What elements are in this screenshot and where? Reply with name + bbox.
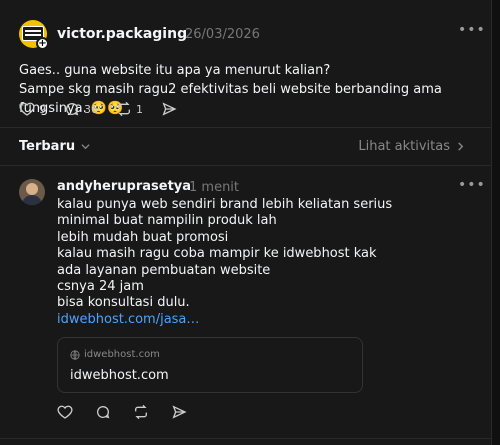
reply-line: kalau masih ragu coba mampir ke idwebhos… [57,246,377,262]
view-activity-link[interactable]: Lihat aktivitas [358,139,465,154]
reply-like-button[interactable] [57,404,77,420]
repost-button[interactable]: 1 [116,101,143,117]
chevron-down-icon [81,144,90,150]
reply-time[interactable]: 1 menit [189,180,239,195]
share-icon [172,405,187,419]
sort-label: Terbaru [19,139,76,154]
activity-label: Lihat aktivitas [358,139,450,154]
card-domain-text: idwebhost.com [84,349,160,360]
divider [0,438,492,439]
reply-line: ada layanan pembuatan website [57,262,271,278]
reply-comment-button[interactable] [95,404,115,420]
reply-line: bisa konsultasi dulu. [57,295,190,311]
share-button[interactable] [161,101,181,117]
reply-button[interactable]: 36 [64,101,98,117]
repost-count: 1 [136,102,143,116]
reply-line: kalau punya web sendiri brand lebih keli… [57,197,393,212]
share-icon [162,102,177,116]
reply-more-icon[interactable]: ••• [458,177,486,193]
divider [0,165,492,166]
scrollbar[interactable] [492,0,500,445]
comment-icon [66,103,79,116]
reply-repost-button[interactable] [133,404,153,420]
like-button[interactable]: 9 [19,101,46,117]
card-title: idwebhost.com [70,368,169,383]
post-date[interactable]: 26/03/2026 [185,27,260,42]
post-username[interactable]: victor.packaging [57,26,187,42]
reply-username[interactable]: andyheruprasetya [57,179,191,194]
avatar-andyheruprasetya[interactable] [19,179,45,205]
comment-icon [97,406,110,419]
post-line: Gaes.. guna website itu apa ya menurut k… [19,63,331,78]
reply-text: kalau punya web sendiri brand lebih keli… [57,197,392,328]
post-actions: 9 36 1 [19,101,199,117]
reply-line: lebih mudah buat promosi [57,229,229,245]
reply-line: csnya 24 jam [57,279,144,295]
reply-count: 36 [84,102,98,116]
repost-icon [135,404,147,420]
reply-link[interactable]: idwebhost.com/jasa… [57,312,392,328]
post-more-icon[interactable]: ••• [458,22,486,38]
link-preview-card[interactable]: idwebhost.com idwebhost.com [57,337,363,393]
reply-share-button[interactable] [171,404,191,420]
repost-icon [118,101,130,117]
divider [0,127,492,128]
reply-actions [57,404,209,420]
like-count: 9 [39,102,46,116]
card-domain: idwebhost.com [70,349,160,360]
follow-plus-icon[interactable]: + [36,37,49,50]
heart-icon [57,405,73,419]
thread-panel: + victor.packaging 26/03/2026 ••• Gaes..… [0,0,492,445]
sort-dropdown[interactable]: Terbaru [19,139,90,154]
globe-icon [70,349,80,360]
reply-line: minimal buat nampilin produk lah [57,213,277,229]
heart-icon [19,102,35,116]
chevron-right-icon [458,142,464,151]
